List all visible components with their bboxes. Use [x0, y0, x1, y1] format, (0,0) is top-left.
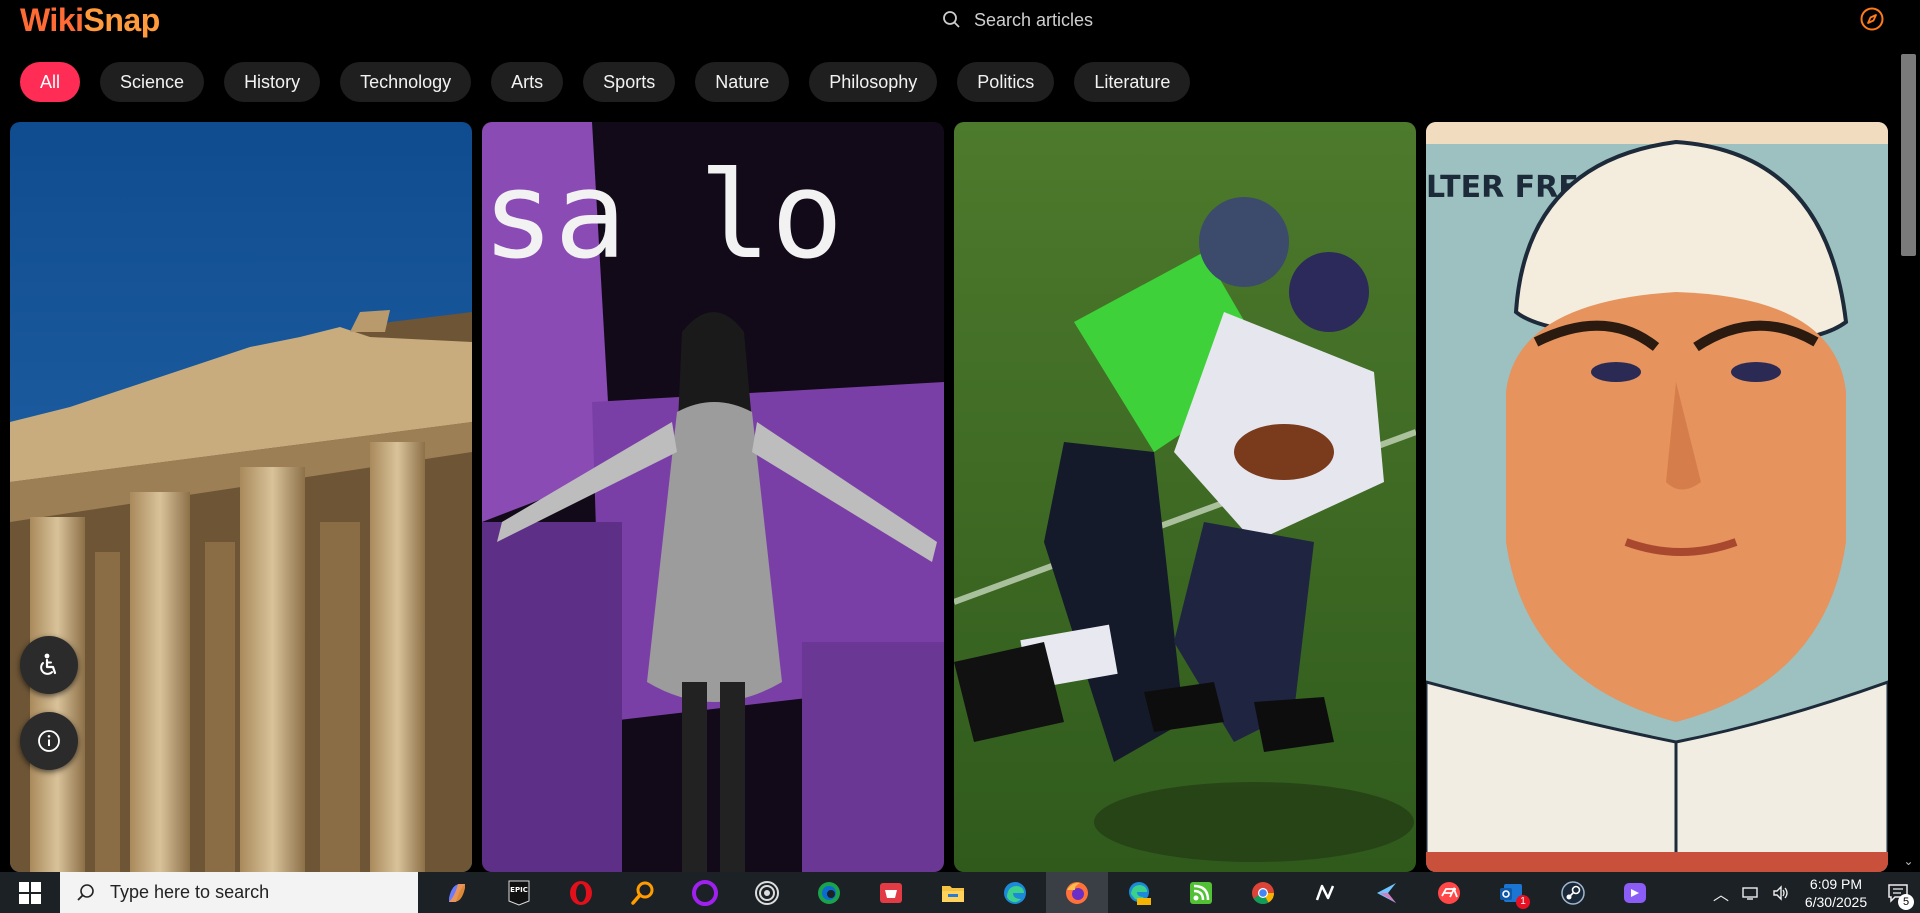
edge-can-icon[interactable]	[1108, 872, 1170, 913]
notification-count: 5	[1898, 894, 1914, 910]
vscode-icon[interactable]	[1356, 872, 1418, 913]
tab-sports[interactable]: Sports	[583, 62, 676, 102]
article-card-baseball[interactable]: LTER FRENCH	[1426, 122, 1888, 872]
game-app-icon[interactable]	[860, 872, 922, 913]
search-bar[interactable]	[942, 6, 1322, 34]
steam-icon[interactable]	[1542, 872, 1604, 913]
compass-icon[interactable]	[1859, 6, 1885, 32]
edge-dev-icon[interactable]	[798, 872, 860, 913]
info-button[interactable]	[20, 712, 78, 770]
svg-text:EPIC: EPIC	[510, 886, 528, 894]
opera-gx-icon[interactable]	[674, 872, 736, 913]
outlook-badge: 1	[1516, 895, 1530, 909]
windows-taskbar: Type here to search EPIC 1 ︿ 6:09 PM 6/3…	[0, 872, 1920, 913]
category-tabs: All Science History Technology Arts Spor…	[20, 62, 1210, 102]
search-app-icon[interactable]	[612, 872, 674, 913]
scroll-down-arrow[interactable]: ⌄	[1901, 854, 1916, 868]
system-tray: ︿ 6:09 PM 6/30/2025 5	[1706, 872, 1920, 913]
volume-icon[interactable]	[1766, 872, 1796, 913]
football-image	[954, 122, 1416, 872]
chevron-up-icon[interactable]: ︿	[1706, 872, 1736, 913]
outlook-icon[interactable]: 1	[1480, 872, 1542, 913]
clock[interactable]: 6:09 PM 6/30/2025	[1796, 875, 1876, 911]
article-card-poster[interactable]: sa lo	[482, 122, 944, 872]
taskbar-apps: EPIC 1	[426, 872, 1666, 913]
rss-icon[interactable]	[1170, 872, 1232, 913]
notifications-button[interactable]: 5	[1876, 872, 1920, 913]
info-icon	[38, 730, 60, 752]
tab-history[interactable]: History	[224, 62, 321, 102]
tab-technology[interactable]: Technology	[340, 62, 472, 102]
search-input[interactable]	[974, 9, 1294, 31]
tab-literature[interactable]: Literature	[1074, 62, 1191, 102]
app-header: WikiSnap All Science History Technology …	[0, 0, 1897, 112]
spiral-app-icon[interactable]	[736, 872, 798, 913]
accessibility-button[interactable]	[20, 636, 78, 694]
chrome-icon[interactable]	[1232, 872, 1294, 913]
clock-time: 6:09 PM	[1809, 875, 1863, 892]
start-button[interactable]	[0, 872, 60, 913]
ea-icon[interactable]	[1418, 872, 1480, 913]
notion-icon[interactable]	[1294, 872, 1356, 913]
network-icon[interactable]	[1736, 872, 1766, 913]
tab-philosophy[interactable]: Philosophy	[809, 62, 938, 102]
clipchamp-icon[interactable]	[1604, 872, 1666, 913]
taskbar-search-icon	[77, 883, 94, 901]
article-card-temple[interactable]	[10, 122, 472, 872]
tab-science[interactable]: Science	[100, 62, 205, 102]
wikisnap-logo[interactable]: WikiSnap	[20, 2, 160, 39]
scrollbar-thumb[interactable]	[1901, 54, 1916, 256]
taskbar-search-placeholder: Type here to search	[110, 882, 270, 902]
epic-games-icon[interactable]: EPIC	[488, 872, 550, 913]
article-card-football[interactable]	[954, 122, 1416, 872]
search-icon	[943, 11, 960, 28]
tab-all[interactable]: All	[20, 62, 81, 102]
file-explorer-icon[interactable]	[922, 872, 984, 913]
taskbar-search[interactable]: Type here to search	[60, 872, 418, 913]
windows-logo-icon	[19, 881, 41, 904]
tab-politics[interactable]: Politics	[957, 62, 1055, 102]
edge-icon[interactable]	[984, 872, 1046, 913]
baseball-card-image: LTER FRENCH	[1426, 122, 1888, 872]
temple-image	[10, 122, 472, 872]
accessibility-icon	[40, 653, 57, 675]
clock-date: 6/30/2025	[1804, 893, 1868, 910]
firefox-icon[interactable]	[1046, 872, 1108, 913]
tab-nature[interactable]: Nature	[695, 62, 790, 102]
poster-text: sa lo	[482, 147, 843, 286]
tab-arts[interactable]: Arts	[491, 62, 564, 102]
opera-icon[interactable]	[550, 872, 612, 913]
copilot-icon[interactable]	[426, 872, 488, 913]
poster-image: sa lo	[482, 122, 944, 872]
